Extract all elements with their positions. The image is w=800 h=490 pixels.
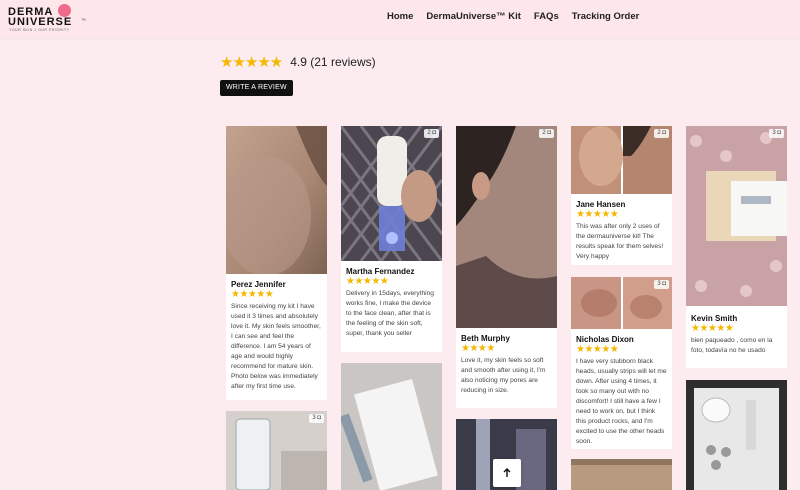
logo-tagline: YOUR SKIN 1 OUR PRIORITY [9, 28, 70, 32]
review-body: Jane Hansen ★★★★★ This was after only 2 … [576, 200, 667, 262]
review-photo[interactable] [571, 459, 672, 490]
review-card-photo[interactable] [571, 459, 672, 490]
review-stars: ★★★★★ [576, 344, 619, 355]
review-text: This was after only 2 uses of the dermau… [576, 223, 664, 260]
photo-count-badge: 2 ◘ [654, 129, 669, 138]
photo-count-badge: 2 ◘ [424, 129, 439, 138]
review-card-nicholas[interactable]: 3 ◘ Nicholas Dixon ★★★★★ I have very stu… [571, 277, 672, 449]
camera-icon: ◘ [547, 130, 551, 136]
rating-stars: ★★★★★ [220, 54, 283, 71]
review-card-martha[interactable]: 2 ◘ Martha Fernandez ★★★★★ Delivery in 1… [341, 126, 442, 352]
review-card-photo[interactable] [341, 363, 442, 490]
photo-count-badge: 3 ◘ [654, 280, 669, 289]
nav-tracking-order[interactable]: Tracking Order [572, 11, 640, 22]
review-body: Perez Jennifer ★★★★★ Since receiving my … [231, 280, 322, 392]
review-stars: ★★★★★ [346, 276, 389, 287]
rating-summary: ★★★★★ 4.9 (21 reviews) [220, 53, 376, 71]
arrow-up-icon [503, 468, 511, 477]
review-card-kevin[interactable]: 3 ◘ Kevin Smith ★★★★★ bien paqueado , co… [686, 126, 787, 368]
review-stars: ★★★★★ [576, 209, 619, 220]
nav-home[interactable]: Home [387, 11, 413, 22]
photo-count-badge: 2 ◘ [539, 129, 554, 138]
camera-icon: ◘ [662, 281, 666, 287]
logo-trademark: ™ [81, 18, 86, 24]
review-photo[interactable] [456, 126, 557, 328]
review-card-perez[interactable]: Perez Jennifer ★★★★★ Since receiving my … [226, 126, 327, 400]
review-stars: ★★★★★ [231, 289, 274, 300]
rating-score: 4.9 (21 reviews) [290, 55, 376, 69]
reviewer-name: Perez Jennifer [231, 280, 286, 289]
reviewer-name: Nicholas Dixon [576, 335, 634, 344]
main-nav: Home DermaUniverse™ Kit FAQs Tracking Or… [387, 11, 652, 22]
review-body: Kevin Smith ★★★★★ bien paqueado , como e… [691, 314, 782, 356]
review-text: I have very stubborn black heads, usuall… [576, 358, 667, 445]
review-card-beth[interactable]: 2 ◘ Beth Murphy ★★★★ Love it, my skin fe… [456, 126, 557, 408]
photo-count-badge: 3 ◘ [769, 129, 784, 138]
photo-count-badge: 3 ◘ [309, 414, 324, 423]
nav-kit[interactable]: DermaUniverse™ Kit [426, 11, 521, 22]
camera-icon: ◘ [432, 130, 436, 136]
camera-icon: ◘ [317, 415, 321, 421]
review-card-jane[interactable]: 2 ◘ Jane Hansen ★★★★★ This was after onl… [571, 126, 672, 265]
review-text: bien paqueado , como en la foto, todavía… [691, 337, 773, 354]
review-photo[interactable] [686, 126, 787, 306]
review-photo[interactable] [686, 380, 787, 490]
camera-icon: ◘ [777, 130, 781, 136]
nav-faqs[interactable]: FAQs [534, 11, 559, 22]
reviewer-name: Kevin Smith [691, 314, 738, 323]
review-body: Martha Fernandez ★★★★★ Delivery in 15day… [346, 267, 437, 339]
review-stars: ★★★★★ [691, 323, 734, 334]
reviewer-name: Beth Murphy [461, 334, 510, 343]
review-text: Delivery in 15days, everything works fin… [346, 290, 434, 337]
reviewer-name: Martha Fernandez [346, 267, 415, 276]
review-card-photo[interactable] [686, 380, 787, 490]
review-photo[interactable] [341, 363, 442, 490]
site-header: DERMA UNIVERSE ™ YOUR SKIN 1 OUR PRIORIT… [0, 0, 800, 38]
write-review-button[interactable]: WRITE A REVIEW [220, 80, 293, 96]
review-body: Nicholas Dixon ★★★★★ I have very stubbor… [576, 335, 667, 447]
review-text: Love it, my skin feels so soft and smoot… [461, 357, 546, 394]
review-stars: ★★★★ [461, 343, 495, 354]
review-photo[interactable] [341, 126, 442, 261]
reviewer-name: Jane Hansen [576, 200, 626, 209]
review-photo[interactable] [226, 126, 327, 274]
logo-line2: UNIVERSE [8, 16, 73, 28]
scroll-to-top-button[interactable] [493, 459, 521, 487]
brand-logo[interactable]: DERMA UNIVERSE ™ YOUR SKIN 1 OUR PRIORIT… [8, 4, 88, 34]
camera-icon: ◘ [662, 130, 666, 136]
review-body: Beth Murphy ★★★★ Love it, my skin feels … [461, 334, 552, 396]
review-card-photo[interactable]: 3 ◘ [226, 411, 327, 490]
review-text: Since receiving my kit I have used it 3 … [231, 303, 321, 390]
